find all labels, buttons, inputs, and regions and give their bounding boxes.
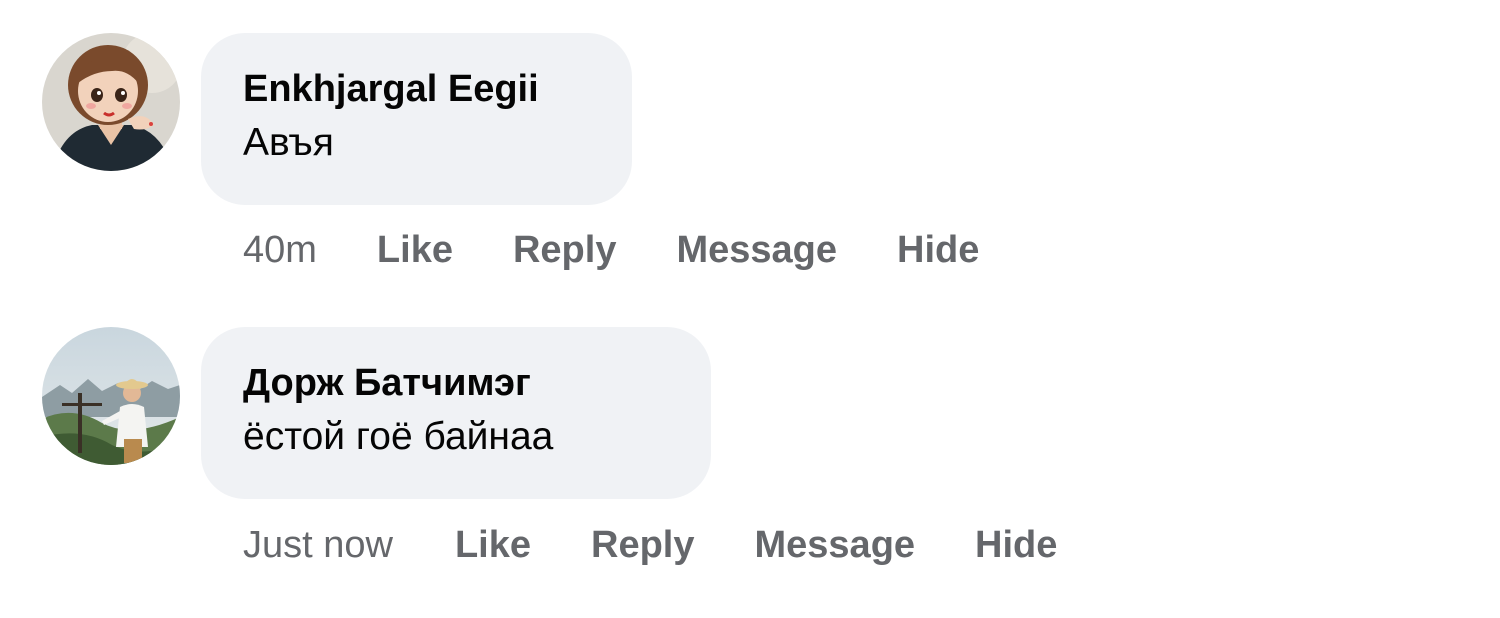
comment-actions: Just now Like Reply Message Hide xyxy=(243,519,1057,571)
comment-bubble: Дорж Батчимэг ёстой гоё байнаа xyxy=(201,327,711,499)
like-button[interactable]: Like xyxy=(377,229,453,272)
comment-timestamp[interactable]: 40m xyxy=(243,229,317,272)
like-button[interactable]: Like xyxy=(455,524,531,567)
comment-text: ёстой гоё байнаа xyxy=(243,415,554,458)
avatar[interactable] xyxy=(42,33,180,171)
comment-timestamp[interactable]: Just now xyxy=(243,524,393,567)
comment-author[interactable]: Дорж Батчимэг xyxy=(243,357,667,409)
comment-actions: 40m Like Reply Message Hide xyxy=(243,224,979,276)
message-button[interactable]: Message xyxy=(755,524,916,567)
hide-button[interactable]: Hide xyxy=(975,524,1057,567)
reply-button[interactable]: Reply xyxy=(591,524,694,567)
comment-bubble: Enkhjargal Eegii Авъя xyxy=(201,33,632,205)
cartoon-girl-avatar-icon xyxy=(42,33,180,171)
avatar[interactable] xyxy=(42,327,180,465)
photo-avatar-icon xyxy=(42,327,180,465)
hide-button[interactable]: Hide xyxy=(897,229,979,272)
comment-text: Авъя xyxy=(243,121,334,164)
reply-button[interactable]: Reply xyxy=(513,229,616,272)
comment-author[interactable]: Enkhjargal Eegii xyxy=(243,63,588,115)
comments-thread: Enkhjargal Eegii Авъя 40m Like Reply Mes… xyxy=(0,0,1500,618)
message-button[interactable]: Message xyxy=(676,229,837,272)
